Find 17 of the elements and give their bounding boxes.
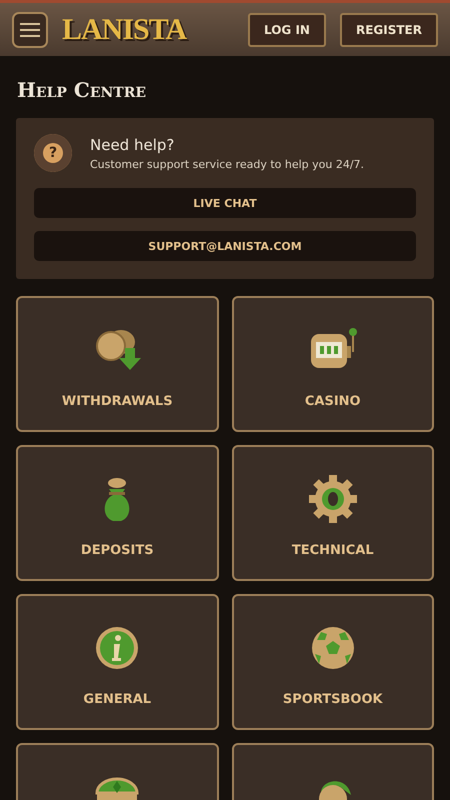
help-icon: ? bbox=[34, 134, 72, 172]
login-button[interactable]: LOG IN bbox=[248, 12, 326, 46]
category-tile[interactable]: DEPOSITS bbox=[16, 445, 218, 581]
category-tile[interactable]: SPORTSBOOK bbox=[232, 594, 434, 730]
email-button[interactable]: SUPPORT@LANISTA.COM bbox=[34, 231, 416, 261]
category-tile[interactable]: TECHNICAL bbox=[232, 445, 434, 581]
menu-button[interactable] bbox=[12, 12, 48, 48]
live-chat-button[interactable]: LIVE CHAT bbox=[34, 188, 416, 218]
support-text: Customer support service ready to help you 24/7. bbox=[90, 158, 364, 170]
category-tile[interactable]: WITHDRAWALS bbox=[16, 296, 218, 432]
logo[interactable]: LANISTA bbox=[62, 12, 186, 46]
page-title: Help Centre bbox=[17, 78, 148, 102]
category-tile[interactable]: GENERAL bbox=[16, 594, 218, 730]
support-heading: Need help? bbox=[90, 136, 176, 154]
gear-icon bbox=[306, 475, 359, 523]
register-button[interactable]: REGISTER bbox=[340, 12, 438, 46]
category-tile[interactable]: CASINO bbox=[232, 296, 434, 432]
